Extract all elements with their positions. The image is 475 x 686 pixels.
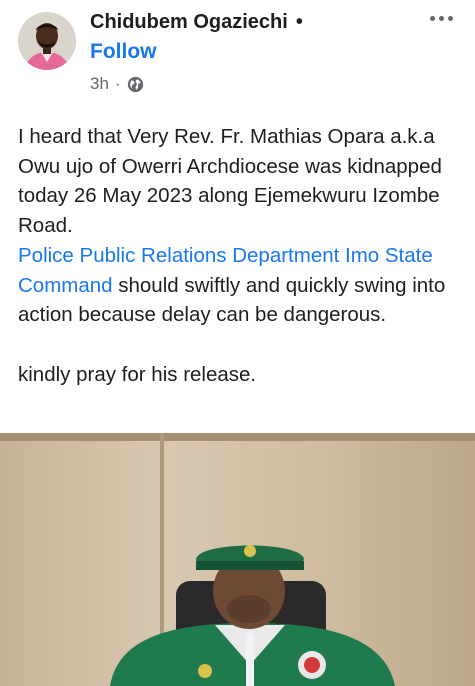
author-name-row[interactable]: Chidubem Ogaziechi • xyxy=(90,11,303,34)
post-meta: 3h · xyxy=(90,74,144,94)
author-name[interactable]: Chidubem Ogaziechi xyxy=(90,11,288,33)
meta-separator: · xyxy=(114,74,121,93)
post-body: I heard that Very Rev. Fr. Mathias Opara… xyxy=(18,122,463,389)
post-header: Chidubem Ogaziechi • Follow 3h · xyxy=(0,0,475,110)
author-avatar[interactable] xyxy=(18,12,76,70)
post-paragraph: I heard that Very Rev. Fr. Mathias Opara… xyxy=(18,122,463,330)
globe-icon[interactable] xyxy=(127,76,144,93)
more-options-icon xyxy=(430,16,435,21)
post-photo[interactable] xyxy=(0,433,475,686)
more-options-icon xyxy=(439,16,444,21)
photo-image xyxy=(0,433,475,686)
post-closing: kindly pray for his release. xyxy=(18,362,257,386)
post-timestamp[interactable]: 3h xyxy=(90,74,109,94)
follow-button[interactable]: Follow xyxy=(90,40,157,64)
more-options-button[interactable] xyxy=(430,16,453,21)
avatar-image xyxy=(18,12,76,70)
more-options-icon xyxy=(448,16,453,21)
post-text-intro: I heard that Very Rev. Fr. Mathias Opara… xyxy=(18,125,442,238)
separator-dot: • xyxy=(295,11,303,33)
